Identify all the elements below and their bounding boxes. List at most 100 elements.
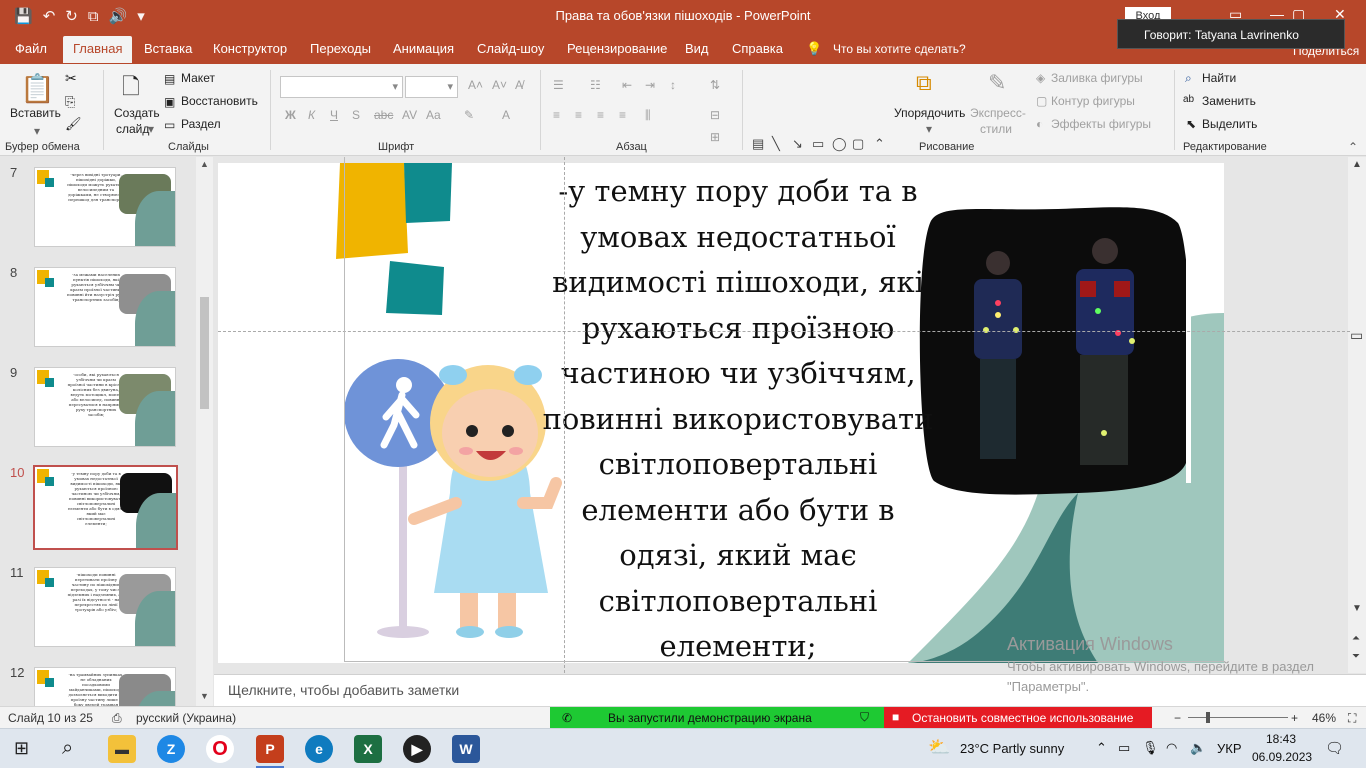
scroll-up-icon[interactable]: ▲ — [1352, 159, 1362, 170]
tray-expand-icon[interactable]: ⌃ — [1096, 740, 1107, 756]
wifi-icon[interactable]: ◠ — [1166, 740, 1177, 756]
battery-icon[interactable]: ▭ — [1118, 740, 1130, 756]
weather-text[interactable]: 23°C Partly sunny — [960, 741, 1064, 756]
rectangle-shape-icon[interactable]: ▭ — [812, 136, 824, 152]
zoom-in-icon[interactable]: + — [1291, 711, 1298, 725]
input-language[interactable]: УКР — [1217, 741, 1242, 756]
cut-icon[interactable]: ✂ — [65, 70, 77, 87]
excel-icon[interactable]: X — [354, 735, 382, 763]
notifications-icon[interactable]: 🗨 — [1325, 739, 1344, 757]
tab-animations[interactable]: Анимация — [393, 41, 454, 56]
next-slide-icon[interactable]: ⏷ — [1352, 651, 1360, 662]
section-button[interactable]: Раздел — [181, 117, 221, 131]
paste-icon[interactable]: 📋 — [20, 72, 55, 105]
file-explorer-icon[interactable]: ▬ — [108, 735, 136, 763]
tab-home[interactable]: Главная — [63, 36, 133, 63]
slide-thumbnail-8[interactable]: -за межами населених пунктів пішоходи, я… — [34, 267, 176, 347]
scroll-down-icon[interactable]: ▼ — [1352, 603, 1362, 614]
scroll-down-icon[interactable]: ▼ — [200, 691, 209, 701]
slide-thumbnail-9[interactable]: -особи, які рухаються узбіччям чи краєм … — [34, 367, 176, 447]
opera-icon[interactable]: O — [206, 735, 234, 763]
search-icon[interactable]: ⌕ — [62, 737, 73, 760]
oval-shape-icon[interactable]: ◯ — [832, 136, 847, 152]
increase-indent-icon[interactable]: ⇥ — [645, 78, 655, 92]
shadow-icon[interactable]: S — [352, 108, 360, 122]
shrink-font-icon[interactable]: A˅ — [492, 78, 507, 92]
tab-design[interactable]: Конструктор — [213, 41, 287, 56]
grow-font-icon[interactable]: A˄ — [468, 78, 483, 92]
collapse-ribbon-icon[interactable]: ⌃ — [1348, 140, 1358, 154]
scroll-thumb[interactable]: ▭ — [1350, 327, 1363, 344]
rounded-rect-shape-icon[interactable]: ▢ — [852, 136, 864, 152]
arrange-dropdown-icon[interactable]: ▾ — [926, 122, 932, 136]
numbering-icon[interactable]: ☷ — [590, 78, 601, 92]
tab-transitions[interactable]: Переходы — [310, 41, 371, 56]
tab-review[interactable]: Рецензирование — [567, 41, 667, 56]
text-direction-icon[interactable]: ⇅ — [710, 78, 720, 92]
tell-me-input[interactable]: Что вы хотите сделать? — [833, 42, 966, 56]
clear-format-icon[interactable]: A̸ — [515, 78, 523, 92]
font-name-combo[interactable] — [280, 76, 403, 98]
notes-placeholder[interactable]: Щелкните, чтобы добавить заметки — [228, 682, 459, 698]
replace-button[interactable]: Заменить — [1202, 94, 1256, 108]
line-spacing-icon[interactable]: ↕ — [670, 78, 676, 92]
new-slide-dropdown-icon[interactable]: ▾ — [148, 122, 154, 136]
fit-slide-icon[interactable]: ⛶ — [1348, 711, 1356, 726]
strike-icon[interactable]: abc — [374, 108, 393, 122]
line-shape-icon[interactable]: ╲ — [772, 136, 780, 152]
scroll-up-icon[interactable]: ▲ — [200, 159, 209, 169]
format-painter-icon[interactable]: 🖌 — [65, 116, 82, 132]
tab-file[interactable]: Файл — [15, 41, 47, 56]
copy-icon[interactable]: ⎘ — [65, 94, 75, 110]
tab-slideshow[interactable]: Слайд-шоу — [477, 41, 544, 56]
shape-effects-button[interactable]: Эффекты фигуры — [1051, 117, 1151, 131]
quick-styles-button[interactable]: Экспресс- — [970, 106, 1026, 120]
volume-tray-icon[interactable]: 🔈 — [1190, 740, 1206, 756]
textbox-shape-icon[interactable]: ▤ — [752, 136, 764, 152]
arrange-icon[interactable]: ⧉ — [916, 70, 932, 96]
layout-button[interactable]: Макет — [181, 71, 215, 85]
slide-thumbnail-10[interactable]: -у темну пору доби та в умовах недостатн… — [33, 465, 178, 550]
paste-dropdown-icon[interactable]: ▾ — [34, 124, 40, 138]
tab-help[interactable]: Справка — [732, 41, 783, 56]
zoom-level[interactable]: 46% — [1312, 711, 1336, 725]
thumbnail-scrollbar[interactable]: ▲ ▼ — [196, 157, 213, 706]
tab-view[interactable]: Вид — [685, 41, 709, 56]
reset-button[interactable]: Восстановить — [181, 94, 258, 108]
case-icon[interactable]: Aa — [426, 108, 441, 122]
slide-body-text[interactable]: -у темну пору доби та в умовах недостатн… — [538, 169, 938, 663]
start-icon[interactable]: ⊞ — [14, 738, 29, 759]
clock-time[interactable]: 18:43 — [1266, 732, 1296, 746]
weather-icon[interactable]: ⛅ — [928, 737, 950, 758]
tab-insert[interactable]: Вставка — [144, 41, 192, 56]
spellcheck-icon[interactable]: ⎙ — [112, 711, 122, 726]
align-right-icon[interactable]: ≡ — [597, 108, 604, 122]
select-button[interactable]: Выделить — [1202, 117, 1257, 131]
italic-icon[interactable]: К — [308, 108, 315, 122]
spacing-icon[interactable]: AV — [402, 108, 417, 122]
find-button[interactable]: Найти — [1202, 71, 1236, 85]
paste-button[interactable]: Вставить — [10, 106, 61, 120]
slide-editor[interactable]: -у темну пору доби та в умовах недостатн… — [214, 157, 1348, 673]
bullets-icon[interactable]: ☰ — [553, 78, 564, 92]
columns-icon[interactable]: ⫼ — [645, 108, 651, 123]
decrease-indent-icon[interactable]: ⇤ — [622, 78, 632, 92]
quick-styles-icon[interactable]: ✎ — [988, 70, 1006, 96]
arrange-button[interactable]: Упорядочить — [894, 106, 965, 120]
zoom-slider-thumb[interactable] — [1206, 712, 1210, 723]
new-slide-button[interactable]: Создать — [114, 106, 160, 120]
slide-thumbnail-11[interactable]: -пішоходи повинні перетинати проїзну час… — [34, 567, 176, 647]
language-indicator[interactable]: русский (Украина) — [136, 711, 236, 725]
bold-icon[interactable]: Ж — [285, 108, 296, 122]
quick-styles-button-line2[interactable]: стили — [980, 122, 1012, 136]
edge-icon[interactable]: e — [305, 735, 333, 763]
new-slide-button-line2[interactable]: слайд — [116, 122, 149, 136]
scroll-thumb[interactable] — [200, 297, 209, 409]
media-player-icon[interactable]: ▶ — [403, 735, 431, 763]
zoom-app-icon[interactable]: Z — [157, 735, 185, 763]
zoom-out-icon[interactable]: − — [1174, 711, 1181, 725]
arrow-line-shape-icon[interactable]: ↘ — [792, 136, 803, 152]
font-color-icon[interactable]: A — [502, 108, 510, 122]
slide-canvas[interactable]: -у темну пору доби та в умовах недостатн… — [218, 163, 1224, 663]
word-icon[interactable]: W — [452, 735, 480, 763]
